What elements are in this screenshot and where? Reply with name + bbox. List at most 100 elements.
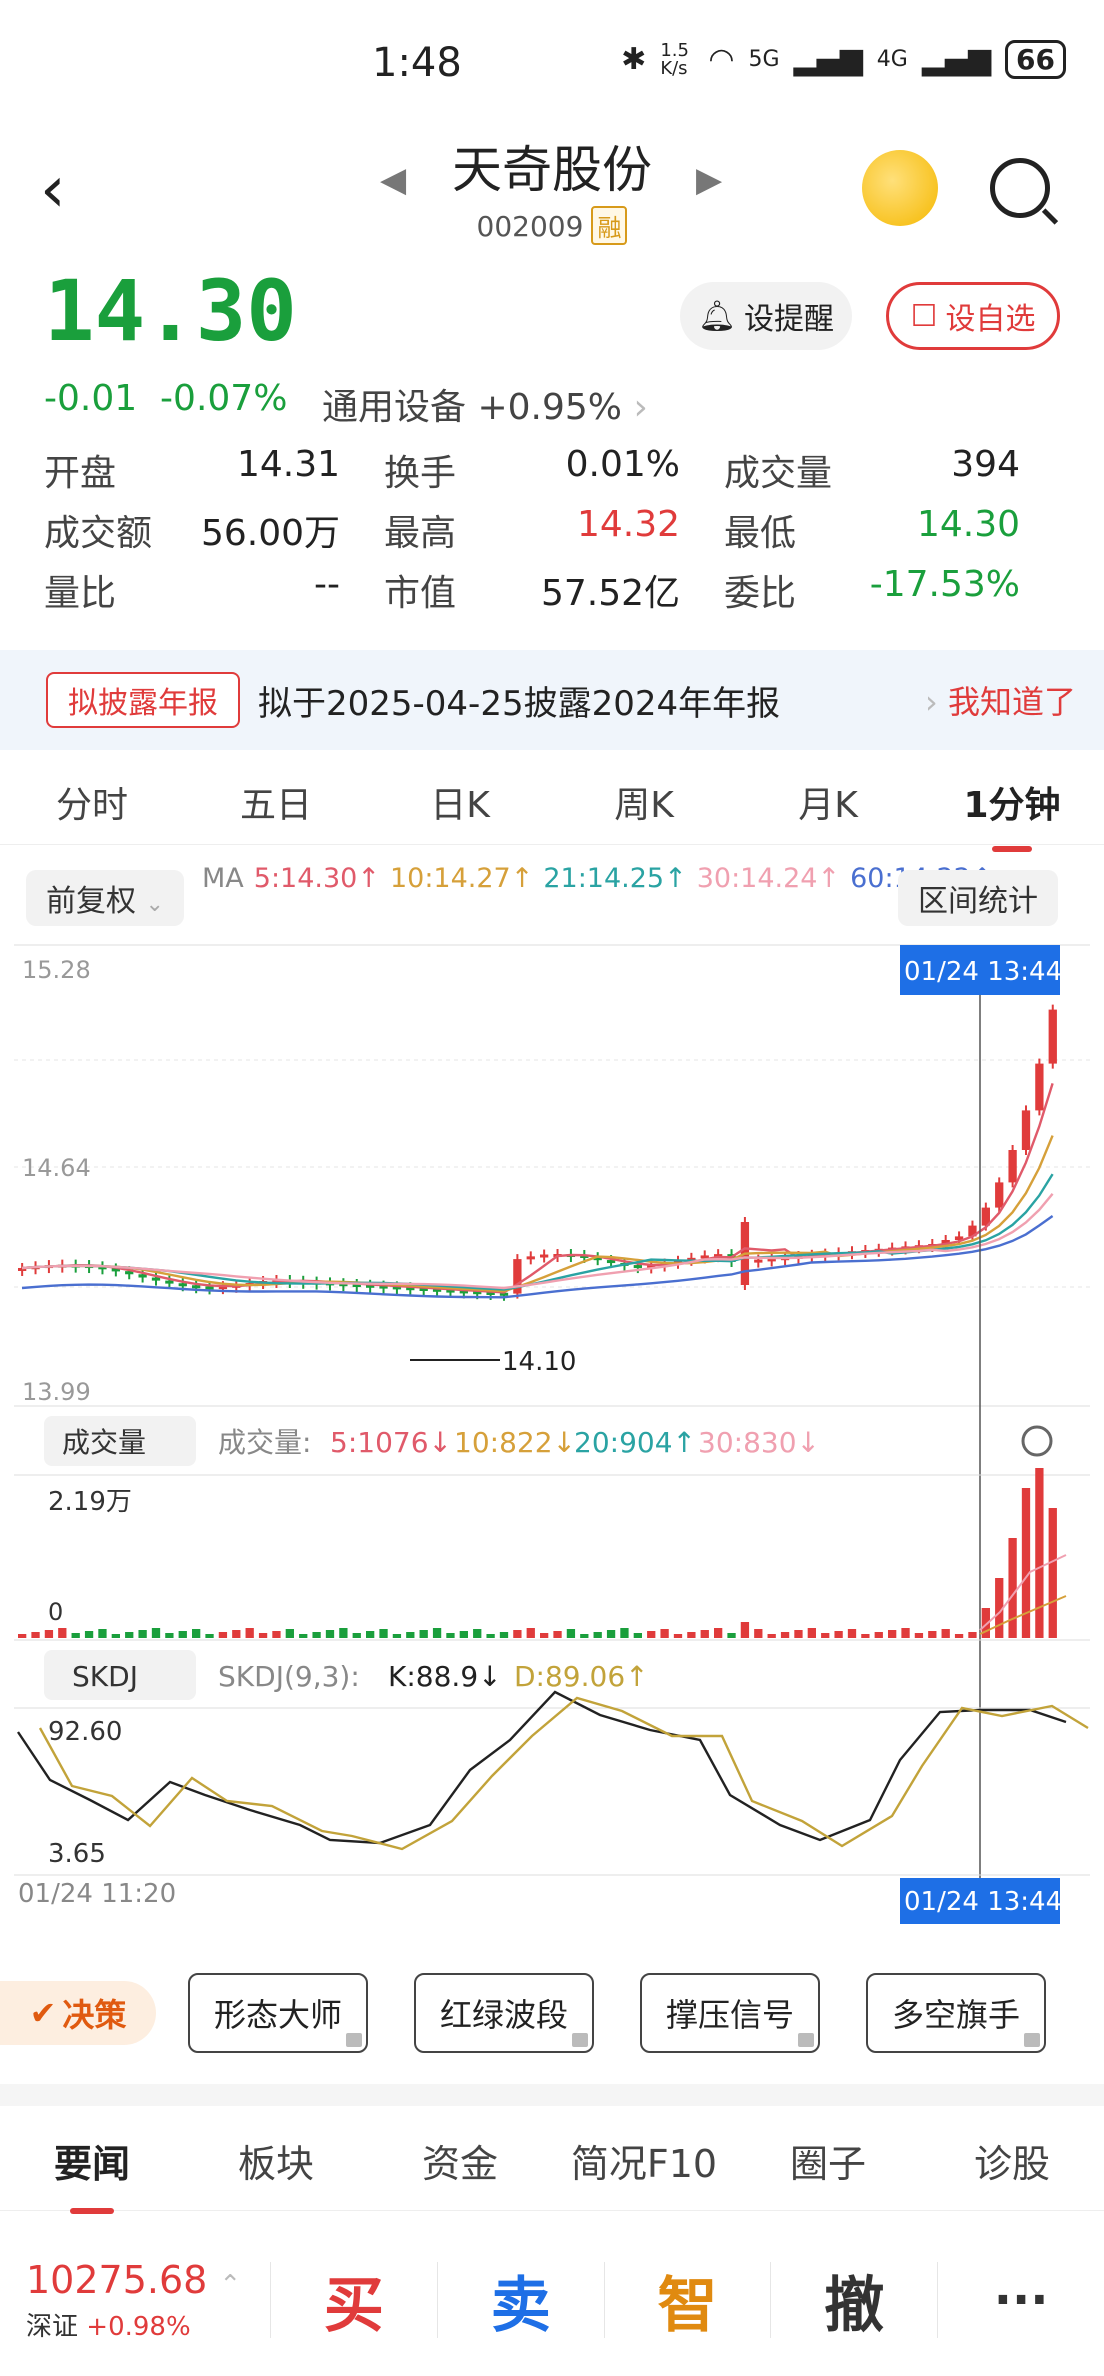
volume-bar [714, 1628, 723, 1638]
tab-4[interactable]: 月K [736, 776, 920, 828]
volume-bar [272, 1631, 281, 1638]
sell-button[interactable]: 卖 [438, 2257, 604, 2344]
volume-bar [192, 1629, 201, 1638]
volume-ma-value: 10:822↓ [454, 1426, 576, 1459]
skdj-chip-label: SKDJ [72, 1660, 138, 1693]
dismiss-banner-button[interactable]: › 我知道了 [925, 677, 1076, 723]
volume-bar [660, 1629, 669, 1638]
volume-bar [700, 1630, 709, 1638]
volume-bar [914, 1633, 924, 1638]
news-tab-0[interactable]: 要闻 [0, 2133, 184, 2214]
volume-bar [874, 1632, 883, 1638]
stat-cell: 成交额 56.00万 [44, 504, 384, 556]
ma-value: 10:14.27↑ [389, 863, 534, 894]
stock-name: 天奇股份 [452, 141, 652, 199]
stat-label: 委比 [724, 573, 797, 614]
stock-code: 002009 融 [0, 206, 1104, 245]
stat-label: 开盘 [44, 453, 117, 494]
price-axis-low: 13.99 [22, 1378, 91, 1406]
tab-1[interactable]: 五日 [184, 776, 368, 828]
smart-button[interactable]: 智 [605, 2257, 771, 2344]
volume-bar [727, 1633, 736, 1638]
skdj-k-value: K:88.9↓ [388, 1660, 502, 1693]
skdj-axis-low: 3.65 [48, 1839, 106, 1869]
volume-bar [513, 1630, 522, 1638]
stat-label: 成交额 [44, 513, 153, 554]
volume-bar [941, 1629, 950, 1638]
stat-cell: 开盘 14.31 [44, 444, 384, 496]
volume-bar [165, 1633, 174, 1638]
adjust-dropdown[interactable]: 前复权 ⌄ [26, 870, 184, 926]
search-icon[interactable] [990, 158, 1050, 218]
volume-ma-value: 30:830↓ [698, 1426, 820, 1459]
add-favorite-button[interactable]: ☐ 设自选 [886, 282, 1060, 350]
volume-bar [1008, 1538, 1017, 1638]
sector-link[interactable]: 通用设备 +0.95% › [322, 378, 648, 430]
volume-bar [406, 1632, 415, 1638]
stat-label: 换手 [384, 453, 457, 494]
volume-bar [968, 1632, 977, 1638]
index-sub: 深证 +0.98% [26, 2306, 270, 2343]
status-bar: 1:48 ✱ 1.5 K/s ◠ 5G ▂▄▆ 4G ▂▄▆ 66 [0, 0, 1104, 130]
stats-grid: 开盘 14.31 换手 0.01% 成交量 394 成交额 56.00万 最高 14.32 最低 14… [44, 440, 1064, 620]
volume-bar [71, 1633, 80, 1638]
more-button[interactable]: ··· [938, 2272, 1104, 2328]
volume-bar [861, 1634, 870, 1638]
volume-bar [647, 1631, 656, 1638]
cancel-order-button[interactable]: 撤 [771, 2257, 937, 2344]
candle [205, 1286, 214, 1290]
volume-bar [379, 1629, 388, 1638]
tab-0[interactable]: 分时 [0, 776, 184, 828]
tool-button[interactable]: 形态大师 [188, 1973, 368, 2053]
kline-chart[interactable]: 15.28 14.64 13.99 14.10 01/24 13:44 成交量 成交量: 5:… [0, 940, 1104, 1930]
stat-value: 14.30 [916, 504, 1020, 545]
news-tab-4[interactable]: 圈子 [736, 2133, 920, 2188]
skdj-d-value: D:89.06↑ [514, 1660, 649, 1693]
signal-5g: 5G [748, 47, 780, 72]
volume-bar [459, 1631, 468, 1638]
tab-5[interactable]: 1分钟 [920, 776, 1104, 852]
tool-label: 形态大师 [213, 1996, 342, 2034]
decision-button[interactable]: ✔ 决策 [0, 1981, 156, 2045]
volume-bar [18, 1634, 27, 1638]
candle [754, 1259, 763, 1263]
volume-bar [446, 1633, 455, 1638]
candle [633, 1265, 642, 1269]
stat-label: 量比 [44, 573, 117, 614]
start-time: 01/24 11:20 [18, 1879, 176, 1909]
volume-bar [620, 1628, 629, 1638]
mascot-icon[interactable] [862, 150, 938, 226]
decision-icon: ✔ [29, 1994, 57, 2032]
signal-icon: ▂▄▆ [921, 42, 992, 77]
stat-row: 开盘 14.31 换手 0.01% 成交量 394 [44, 440, 1064, 500]
news-tab-3[interactable]: 简况F10 [552, 2133, 736, 2188]
volume-bar [151, 1628, 161, 1638]
stat-cell: 市值 57.52亿 [384, 564, 724, 616]
news-tab-5[interactable]: 诊股 [920, 2133, 1104, 2188]
volume-bar [258, 1633, 268, 1638]
decision-label: 决策 [62, 1996, 127, 2034]
tool-button[interactable]: 撑压信号 [640, 1973, 820, 2053]
tool-button[interactable]: 多空旗手 [866, 1973, 1046, 2053]
ma-value: 30:14.24↑ [696, 863, 841, 894]
margin-badge: 融 [591, 206, 628, 245]
index-value-text: 10275.68 [26, 2257, 208, 2302]
index-ticker[interactable]: 10275.68 ⌃ 深证 +0.98% [0, 2258, 270, 2343]
volume-bar [205, 1634, 214, 1638]
news-tab-1[interactable]: 板块 [184, 2133, 368, 2188]
ma-line [21, 1193, 1054, 1290]
tool-button[interactable]: 红绿波段 [414, 1973, 594, 2053]
settings-icon[interactable] [1021, 1425, 1053, 1457]
news-tab-2[interactable]: 资金 [368, 2133, 552, 2188]
range-stat-button[interactable]: 区间统计 [898, 870, 1058, 926]
buy-button[interactable]: 买 [271, 2257, 437, 2344]
set-reminder-button[interactable]: 🔔︎ 设提醒 [680, 282, 852, 350]
banner-text: 拟于2025-04-25披露2024年年报 [258, 683, 781, 724]
volume-axis-zero: 0 [48, 1598, 63, 1626]
volume-bar [606, 1630, 616, 1638]
tab-2[interactable]: 日K [368, 776, 552, 828]
candle [178, 1283, 187, 1287]
volume-bar [580, 1634, 589, 1638]
stat-value: 394 [951, 444, 1020, 485]
tab-3[interactable]: 周K [552, 776, 736, 828]
